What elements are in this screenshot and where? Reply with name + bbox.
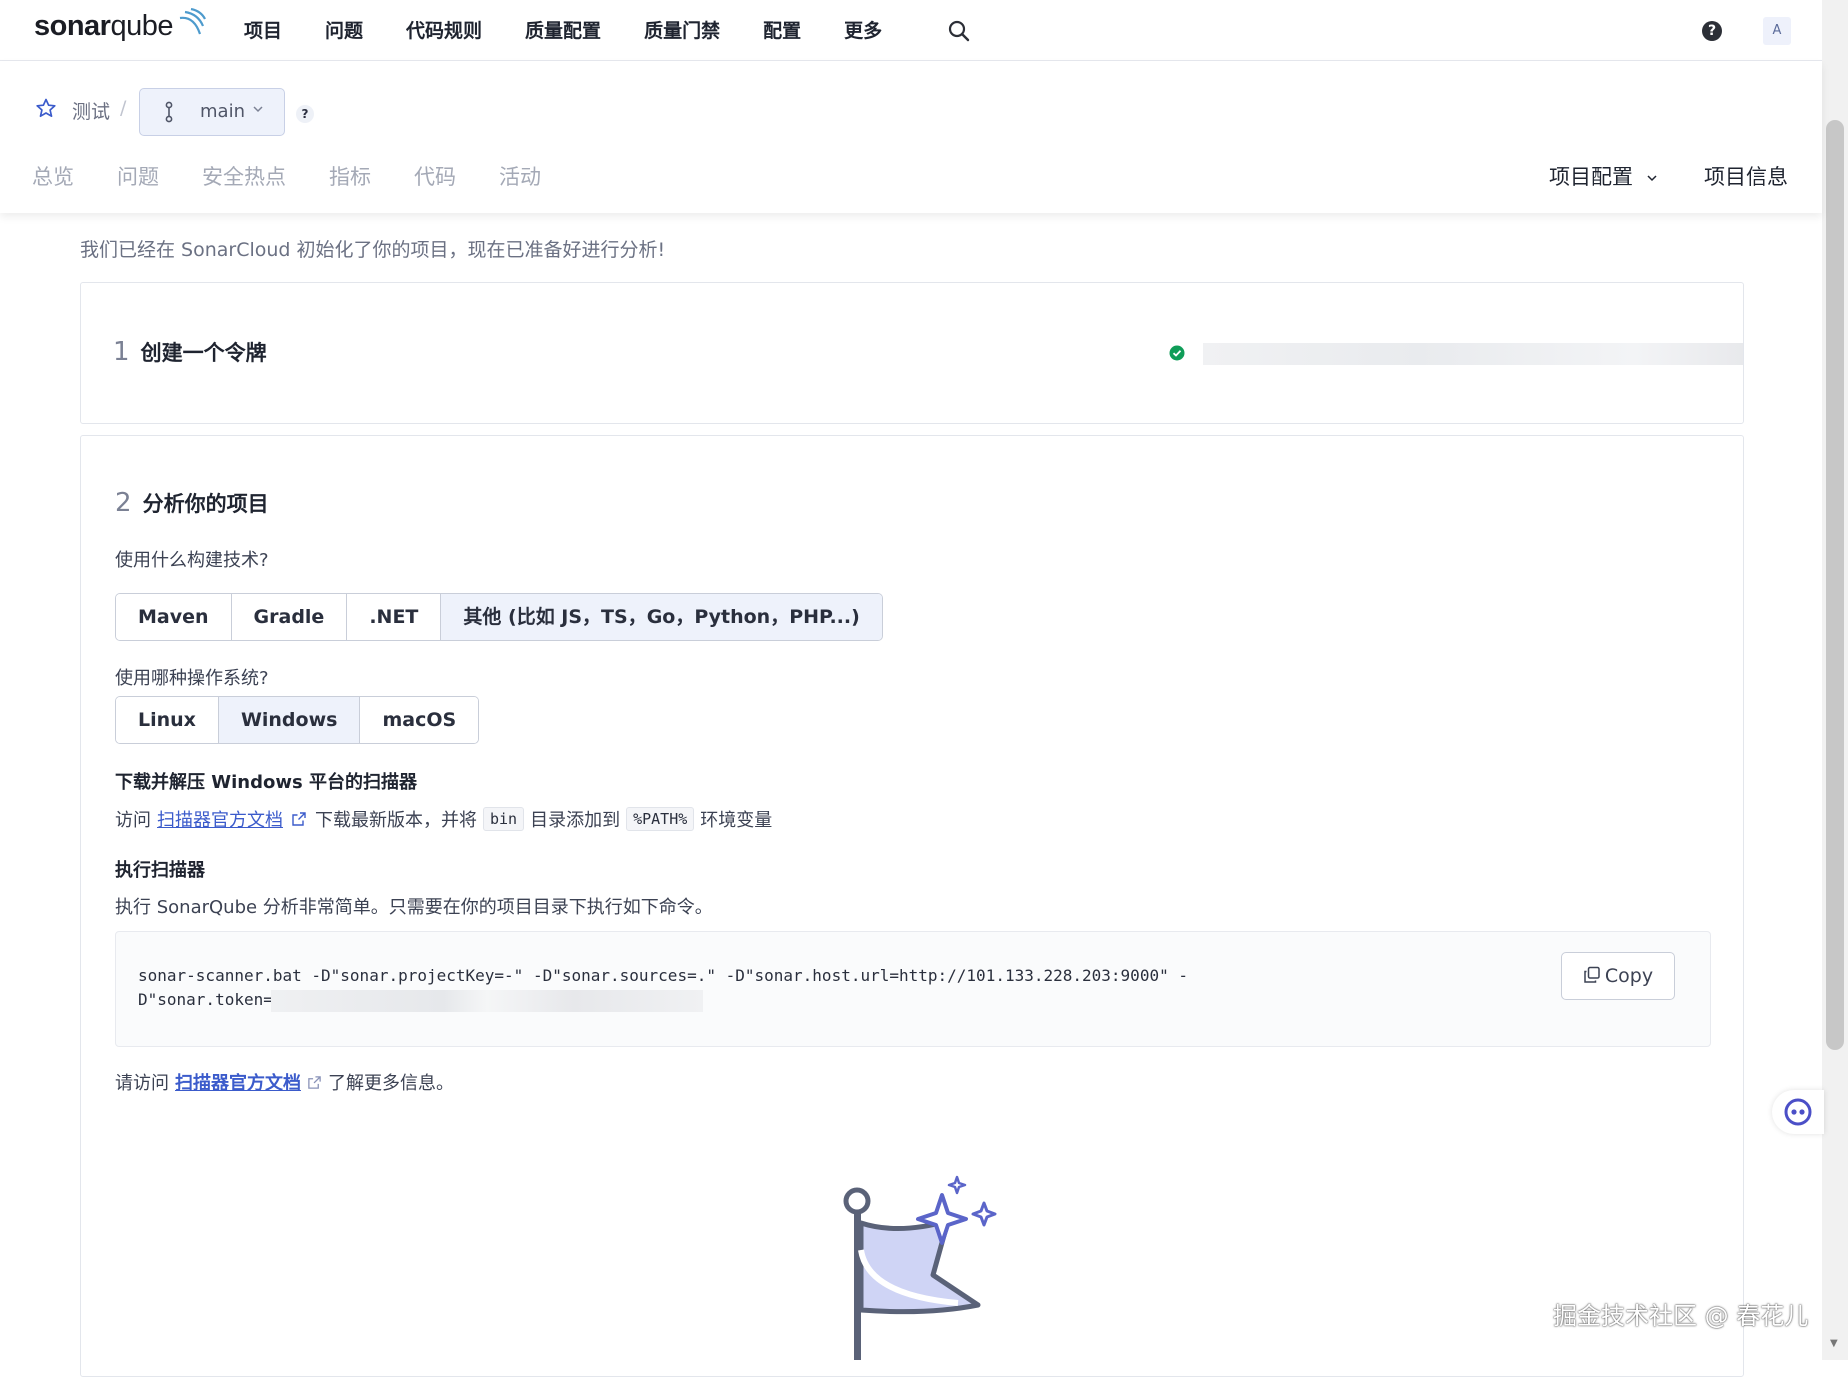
assistant-icon (1784, 1098, 1812, 1126)
os-option-macos[interactable]: macOS (360, 697, 479, 743)
run-scanner-heading: 执行扫描器 (115, 860, 205, 881)
more-prefix-text: 请访问 (115, 1073, 169, 1094)
project-header: 测试 / main ? 总览 问题 安全热点 指标 代码 活动 项目配置 项目信… (0, 61, 1822, 213)
nav-item-more[interactable]: 更多 (844, 16, 882, 43)
external-link-icon[interactable] (307, 1075, 322, 1090)
logo-text-light: qube (110, 10, 173, 42)
branch-help-icon[interactable]: ? (296, 105, 314, 123)
token-redacted (271, 990, 703, 1012)
nav-item-quality-gates[interactable]: 质量门禁 (644, 16, 720, 43)
build-option-other[interactable]: 其他 (比如 JS，TS，Go，Python，PHP...) (441, 594, 882, 640)
tab-activity[interactable]: 活动 (499, 161, 541, 191)
sonarqube-logo[interactable]: sonarqube (34, 8, 206, 43)
celebration-flag-icon (843, 1175, 997, 1360)
logo-waves-icon (179, 8, 206, 35)
tab-overview[interactable]: 总览 (32, 161, 74, 191)
branch-name: main (200, 101, 245, 122)
download-mid2-text: 目录添加到 (530, 810, 621, 831)
project-tabs: 总览 问题 安全热点 指标 代码 活动 (32, 161, 584, 191)
step-title: 创建一个令牌 (140, 341, 267, 365)
branch-icon (165, 101, 173, 123)
run-scanner-text: 执行 SonarQube 分析非常简单。只需要在你的项目目录下执行如下命令。 (115, 897, 713, 918)
build-option-dotnet[interactable]: .NET (347, 594, 442, 640)
step-2-heading: 2 分析你的项目 (115, 488, 269, 518)
tab-security-hotspots[interactable]: 安全热点 (202, 161, 286, 191)
project-settings-menu[interactable]: 项目配置 (1549, 161, 1658, 191)
step-number: 2 (115, 488, 132, 518)
search-icon[interactable] (948, 20, 970, 42)
bin-code: bin (483, 807, 525, 831)
nav-item-administration[interactable]: 配置 (763, 16, 801, 43)
tab-issues[interactable]: 问题 (117, 161, 159, 191)
step-1-heading: 1 创建一个令牌 (113, 337, 267, 367)
scrollbar-thumb[interactable] (1826, 120, 1844, 1050)
favorite-star-icon[interactable] (36, 98, 56, 118)
download-mid-text: 下载最新版本，并将 (315, 810, 477, 831)
scanner-docs-link-2[interactable]: 扫描器官方文档 (175, 1069, 301, 1095)
download-prefix-text: 访问 (115, 810, 151, 831)
command-code-block[interactable]: sonar-scanner.bat -D"sonar.projectKey=-"… (115, 931, 1711, 1047)
avatar[interactable]: A (1763, 17, 1791, 45)
logo-text-bold: sonar (34, 10, 111, 42)
copy-label: Copy (1604, 965, 1654, 987)
path-env-code: %PATH% (626, 807, 695, 831)
more-info-text: 请访问 扫描器官方文档 了解更多信息。 (115, 1069, 454, 1095)
os-option-windows[interactable]: Windows (218, 697, 361, 743)
build-option-maven[interactable]: Maven (116, 594, 232, 640)
more-suffix-text: 了解更多信息。 (328, 1073, 454, 1094)
floating-assistant-button[interactable] (1772, 1090, 1824, 1134)
check-circle-icon (1169, 345, 1185, 361)
tab-measures[interactable]: 指标 (329, 161, 371, 191)
step-create-token-card: 1 创建一个令牌 (80, 282, 1744, 424)
download-scanner-heading: 下载并解压 Windows 平台的扫描器 (115, 772, 417, 793)
tab-code[interactable]: 代码 (414, 161, 456, 191)
project-settings-label: 项目配置 (1549, 165, 1633, 189)
chevron-down-icon (253, 106, 263, 113)
nav-item-projects[interactable]: 项目 (244, 16, 282, 43)
scroll-down-arrow-icon[interactable]: ▼ (1830, 1338, 1838, 1349)
external-link-icon[interactable] (291, 811, 307, 827)
top-navbar: sonarqube 项目 问题 代码规则 质量配置 质量门禁 配置 更多 ? A (0, 0, 1822, 61)
os-question: 使用哪种操作系统? (115, 668, 269, 689)
download-instructions: 访问 扫描器官方文档 下载最新版本，并将 bin 目录添加到 %PATH% 环境… (115, 806, 772, 832)
step-number: 1 (113, 337, 130, 367)
nav-item-rules[interactable]: 代码规则 (406, 16, 482, 43)
main-nav: 项目 问题 代码规则 质量配置 质量门禁 配置 更多 (244, 16, 925, 43)
intro-text: 我们已经在 SonarCloud 初始化了你的项目，现在已准备好进行分析! (80, 239, 666, 261)
token-value-redacted (1203, 343, 1743, 365)
watermark-text: 掘金技术社区 @ 春花儿 (1553, 1302, 1809, 1330)
command-line-2: D"sonar.token= (138, 990, 273, 1009)
breadcrumb-project-name[interactable]: 测试 (72, 97, 110, 124)
build-option-gradle[interactable]: Gradle (231, 594, 348, 640)
step-title: 分析你的项目 (142, 492, 269, 516)
os-toggle-group: Linux Windows macOS (115, 696, 480, 744)
build-tech-toggle-group: Maven Gradle .NET 其他 (比如 JS，TS，Go，Python… (115, 593, 883, 641)
breadcrumb-separator: / (120, 97, 127, 119)
command-line-1: sonar-scanner.bat -D"sonar.projectKey=-"… (138, 966, 1188, 985)
branch-selector[interactable]: main (139, 88, 285, 136)
chevron-down-icon (1647, 175, 1657, 182)
nav-item-quality-profiles[interactable]: 质量配置 (525, 16, 601, 43)
os-option-linux[interactable]: Linux (116, 697, 219, 743)
scanner-docs-link[interactable]: 扫描器官方文档 (157, 806, 283, 832)
copy-icon (1584, 966, 1600, 983)
copy-button[interactable]: Copy (1561, 952, 1675, 1000)
build-question: 使用什么构建技术? (115, 550, 269, 571)
help-icon[interactable]: ? (1702, 21, 1722, 41)
nav-item-issues[interactable]: 问题 (325, 16, 363, 43)
project-info-link[interactable]: 项目信息 (1704, 161, 1788, 191)
download-suffix-text: 环境变量 (700, 810, 773, 831)
